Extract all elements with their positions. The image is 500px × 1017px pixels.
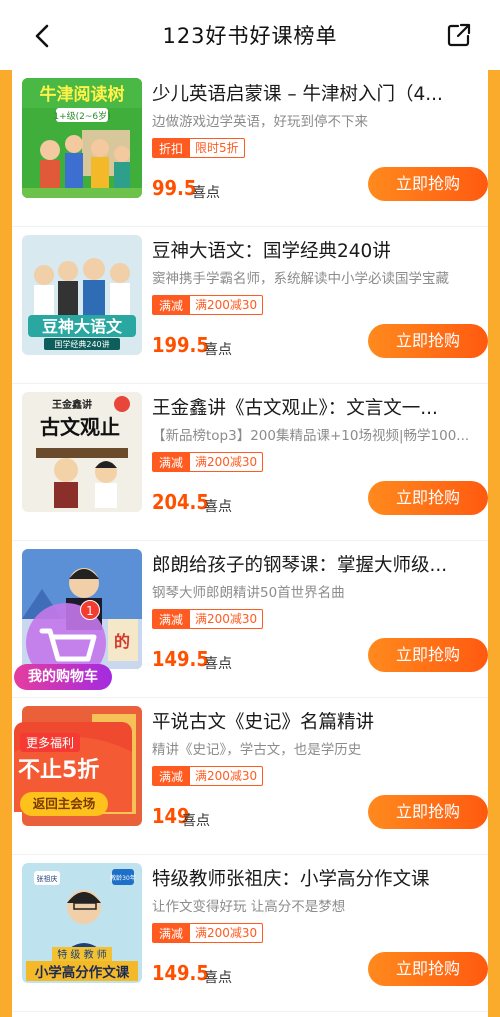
promo-tags: 满减 满200减30 bbox=[152, 609, 264, 629]
share-icon[interactable] bbox=[446, 22, 472, 48]
course-item[interactable]: 豆神大语文 国学经典240讲 豆神大语文：国学经典240讲 窦神携手学霸名师，系… bbox=[12, 227, 488, 384]
course-description: 精讲《史记》，学古文，也是学历史 bbox=[152, 742, 362, 758]
promo-tag-type: 满减 bbox=[152, 923, 191, 943]
promo-tag-type: 满减 bbox=[152, 766, 191, 786]
nav-bar: 123好书好课榜单 bbox=[0, 0, 500, 70]
cover-title: 牛津阅读树 bbox=[40, 84, 125, 105]
course-title[interactable]: 王金鑫讲《古文观止》：文言文一... bbox=[152, 394, 476, 420]
course-cover-image[interactable]: 豆神大语文 国学经典240讲 bbox=[22, 235, 142, 355]
price-unit: 喜点 bbox=[192, 185, 220, 201]
course-item[interactable]: 王金鑫讲 古文观止 王金鑫讲《古文观止》：文言文一... 【新品榜top3】20… bbox=[12, 384, 488, 541]
svg-text:小学高分作文课: 小学高分作文课 bbox=[35, 964, 130, 981]
course-list: 牛津阅读树 1+级(2~6岁) 少儿英语启蒙课 – 牛津树入门（4... 边做游… bbox=[12, 70, 488, 1017]
course-description: 钢琴大师郎朗精讲50首世界名曲 bbox=[152, 585, 345, 601]
course-title[interactable]: 郎朗给孩子的钢琴课：掌握大师级... bbox=[152, 551, 476, 577]
svg-text:的: 的 bbox=[114, 632, 130, 651]
svg-text:教龄30年: 教龄30年 bbox=[110, 874, 136, 882]
promo-tag-detail: 满200减30 bbox=[190, 609, 264, 629]
promo-tag-type: 满减 bbox=[152, 609, 191, 629]
course-description: 窦神携手学霸名师，系统解读中小学必读国学宝藏 bbox=[152, 271, 449, 287]
svg-text:1+级(2~6岁): 1+级(2~6岁) bbox=[53, 110, 110, 122]
promo-tag-detail: 满200减30 bbox=[190, 766, 264, 786]
course-price: 149.5 bbox=[152, 647, 209, 671]
price-unit: 喜点 bbox=[204, 342, 232, 358]
buy-now-button[interactable]: 立即抢购 bbox=[368, 638, 488, 672]
back-to-main-venue-button[interactable]: 返回主会场 bbox=[20, 792, 108, 816]
promo-tag-type: 满减 bbox=[152, 295, 191, 315]
svg-text:古文观止: 古文观止 bbox=[40, 415, 120, 439]
svg-text:特 级 教 师: 特 级 教 师 bbox=[57, 948, 107, 961]
buy-now-button[interactable]: 立即抢购 bbox=[368, 167, 488, 201]
buy-now-button[interactable]: 立即抢购 bbox=[368, 795, 488, 829]
promo-tags: 满减 满200减30 bbox=[152, 452, 264, 472]
price-unit: 喜点 bbox=[204, 970, 232, 986]
cart-label[interactable]: 我的购物车 bbox=[14, 664, 112, 690]
cart-count-badge: 1 bbox=[80, 600, 100, 620]
buy-now-button[interactable]: 立即抢购 bbox=[368, 952, 488, 986]
course-description: 【新品榜top3】200集精品课+10场视频|畅学100... bbox=[152, 428, 470, 444]
price-unit: 喜点 bbox=[204, 499, 232, 515]
svg-text:张祖庆: 张祖庆 bbox=[37, 874, 58, 883]
svg-text:王金鑫讲: 王金鑫讲 bbox=[52, 398, 92, 411]
course-title[interactable]: 少儿英语启蒙课 – 牛津树入门（4... bbox=[152, 80, 476, 106]
promo-tag-detail: 限时5折 bbox=[190, 138, 245, 158]
course-title[interactable]: 特级教师张祖庆：小学高分作文课 bbox=[152, 865, 476, 891]
promo-banner-tag: 更多福利 bbox=[20, 733, 81, 752]
promo-banner-title: 不止5折 bbox=[18, 758, 100, 783]
course-title[interactable]: 平说古文《史记》名篇精讲 bbox=[152, 708, 476, 734]
promo-tags: 满减 满200减30 bbox=[152, 923, 264, 943]
price-unit: 喜点 bbox=[204, 656, 232, 672]
course-title[interactable]: 豆神大语文：国学经典240讲 bbox=[152, 237, 476, 263]
promo-tags: 折扣 限时5折 bbox=[152, 138, 245, 158]
course-item[interactable]: 张祖庆 教龄30年 特 级 教 师 小学高分作文课 特级教师张祖庆：小学高分作文… bbox=[12, 855, 488, 1012]
course-description: 边做游戏边学英语，好玩到停不下来 bbox=[152, 114, 368, 130]
course-price: 204.5 bbox=[152, 490, 209, 514]
buy-now-button[interactable]: 立即抢购 bbox=[368, 481, 488, 515]
promo-tag-type: 折扣 bbox=[152, 138, 191, 158]
promo-tag-type: 满减 bbox=[152, 452, 191, 472]
list-frame: 牛津阅读树 1+级(2~6岁) 少儿英语启蒙课 – 牛津树入门（4... 边做游… bbox=[0, 70, 500, 1017]
course-price: 199.5 bbox=[152, 333, 209, 357]
buy-now-button[interactable]: 立即抢购 bbox=[368, 324, 488, 358]
course-price: 149.5 bbox=[152, 961, 209, 985]
course-cover-image[interactable]: 张祖庆 教龄30年 特 级 教 师 小学高分作文课 bbox=[22, 863, 142, 983]
promo-tags: 满减 满200减30 bbox=[152, 766, 264, 786]
promo-tag-detail: 满200减30 bbox=[190, 295, 264, 315]
course-item[interactable]: 牛津阅读树 1+级(2~6岁) 少儿英语启蒙课 – 牛津树入门（4... 边做游… bbox=[12, 70, 488, 227]
svg-text:国学经典240讲: 国学经典240讲 bbox=[54, 339, 109, 349]
promo-tag-detail: 满200减30 bbox=[190, 452, 264, 472]
svg-text:豆神大语文: 豆神大语文 bbox=[42, 317, 123, 336]
course-cover-image[interactable]: 牛津阅读树 1+级(2~6岁) bbox=[22, 78, 142, 198]
price-unit: 喜点 bbox=[182, 813, 210, 829]
promo-tags: 满减 满200减30 bbox=[152, 295, 264, 315]
promo-tag-detail: 满200减30 bbox=[190, 923, 264, 943]
course-price: 99.5 bbox=[152, 176, 197, 200]
page-title: 123好书好课榜单 bbox=[162, 24, 338, 48]
course-description: 让作文变得好玩 让高分不是梦想 bbox=[152, 899, 346, 915]
course-cover-image[interactable]: 王金鑫讲 古文观止 bbox=[22, 392, 142, 512]
